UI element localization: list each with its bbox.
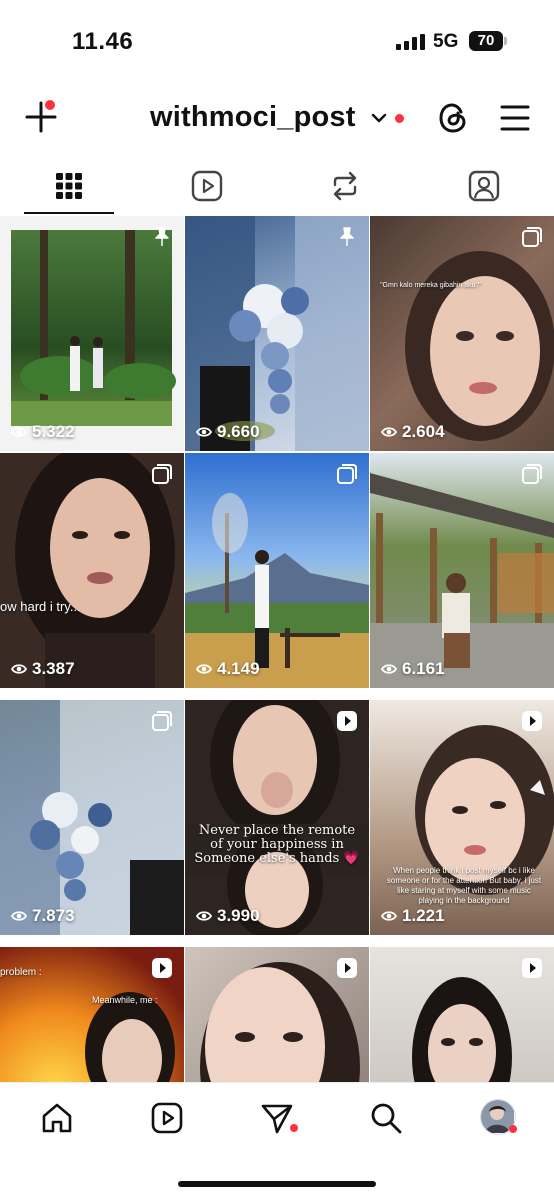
post-thumbnail (405, 251, 554, 441)
profile-notification-dot (509, 1125, 517, 1133)
reel-icon (337, 711, 357, 731)
nav-reels[interactable] (149, 1100, 185, 1136)
post-thumbnail (0, 700, 184, 935)
view-count: 4.149 (196, 659, 260, 679)
home-indicator (178, 1181, 376, 1187)
view-count: 3.990 (196, 906, 260, 926)
view-count: 6.161 (381, 659, 445, 679)
nav-search[interactable] (368, 1100, 404, 1136)
post-caption: Never place the remote of your happiness… (194, 823, 360, 866)
view-count: 1.221 (381, 906, 445, 926)
network-type: 5G (433, 31, 459, 52)
views-icon (196, 664, 212, 674)
reel-icon (337, 958, 357, 978)
account-notification-dot (395, 114, 404, 123)
reels-icon (151, 1102, 183, 1134)
post-tile[interactable]: ow hard i try... 3.387 (0, 453, 184, 688)
pin-icon (155, 227, 169, 246)
battery-icon: 70 (469, 31, 509, 51)
view-count: 3.387 (11, 659, 75, 679)
views-icon (11, 911, 27, 921)
post-tile[interactable]: 5.322 (0, 216, 184, 451)
views-icon (381, 664, 397, 674)
reels-icon (191, 170, 223, 202)
post-tile[interactable]: problem : Meanwhile, me : (0, 947, 184, 1082)
post-tile[interactable]: 6.161 (370, 453, 554, 688)
post-caption: ow hard i try... (0, 599, 81, 614)
post-tile[interactable]: "Gmn kalo mereka gibahin aku?" 2.604 (370, 216, 554, 451)
post-thumbnail (185, 216, 369, 451)
carousel-icon (152, 711, 172, 731)
view-count: 2.604 (381, 422, 445, 442)
reel-icon (522, 958, 542, 978)
tab-posts-grid[interactable] (49, 166, 89, 206)
post-tile[interactable]: 4.149 (185, 453, 369, 688)
post-tile[interactable]: 9.660 (185, 216, 369, 451)
post-caption: When people think i post myself bc i lik… (386, 866, 542, 905)
menu-icon[interactable] (500, 104, 530, 132)
tab-reposts[interactable] (325, 166, 365, 206)
views-icon (381, 427, 397, 437)
post-caption-secondary: Meanwhile, me : (92, 995, 158, 1005)
pin-icon (340, 227, 354, 246)
views-icon (11, 427, 27, 437)
post-thumbnail (185, 700, 369, 935)
views-icon (196, 427, 212, 437)
carousel-icon (152, 464, 172, 484)
post-caption: "Gmn kalo mereka gibahin aku?" (380, 282, 482, 289)
tagged-icon (468, 170, 500, 202)
post-thumbnail (370, 473, 554, 688)
post-tile[interactable]: 7.873 (0, 700, 184, 935)
threads-icon[interactable] (437, 101, 469, 135)
search-icon (371, 1103, 402, 1134)
profile-username[interactable]: withmoci_post (150, 101, 356, 134)
reposts-icon (333, 171, 357, 201)
carousel-icon (337, 464, 357, 484)
post-tile[interactable] (370, 947, 554, 1082)
view-count: 7.873 (11, 906, 75, 926)
status-time: 11.46 (72, 28, 134, 55)
post-thumbnail (15, 453, 175, 688)
reel-icon (522, 711, 542, 731)
view-count: 5.322 (11, 422, 75, 442)
post-caption: problem : (0, 967, 42, 978)
views-icon (11, 664, 27, 674)
home-icon (42, 1103, 72, 1133)
chevron-down-icon[interactable] (371, 112, 387, 124)
tab-reels[interactable] (187, 166, 227, 206)
tab-tagged[interactable] (464, 166, 504, 206)
create-notification-dot (45, 100, 55, 110)
views-icon (381, 911, 397, 921)
post-tile[interactable]: When people think i post myself bc i lik… (370, 700, 554, 935)
post-thumbnail (185, 493, 369, 688)
reel-icon (152, 958, 172, 978)
signal-icon (396, 34, 425, 50)
messages-notification-dot (290, 1124, 298, 1132)
views-icon (196, 911, 212, 921)
posts-grid: 5.322 9.660 "Gmn kalo mereka gibahin aku… (0, 216, 554, 1082)
nav-direct-messages[interactable] (259, 1100, 295, 1136)
battery-level: 70 (469, 31, 503, 51)
grid-icon (56, 173, 82, 199)
active-tab-indicator (24, 212, 114, 214)
post-tile[interactable] (185, 947, 369, 1082)
carousel-icon (522, 464, 542, 484)
post-tile[interactable]: Never place the remote of your happiness… (185, 700, 369, 935)
view-count: 9.660 (196, 422, 260, 442)
direct-messages-icon (261, 1104, 293, 1134)
post-thumbnail (11, 230, 176, 426)
carousel-icon (522, 227, 542, 247)
nav-home[interactable] (39, 1100, 75, 1136)
